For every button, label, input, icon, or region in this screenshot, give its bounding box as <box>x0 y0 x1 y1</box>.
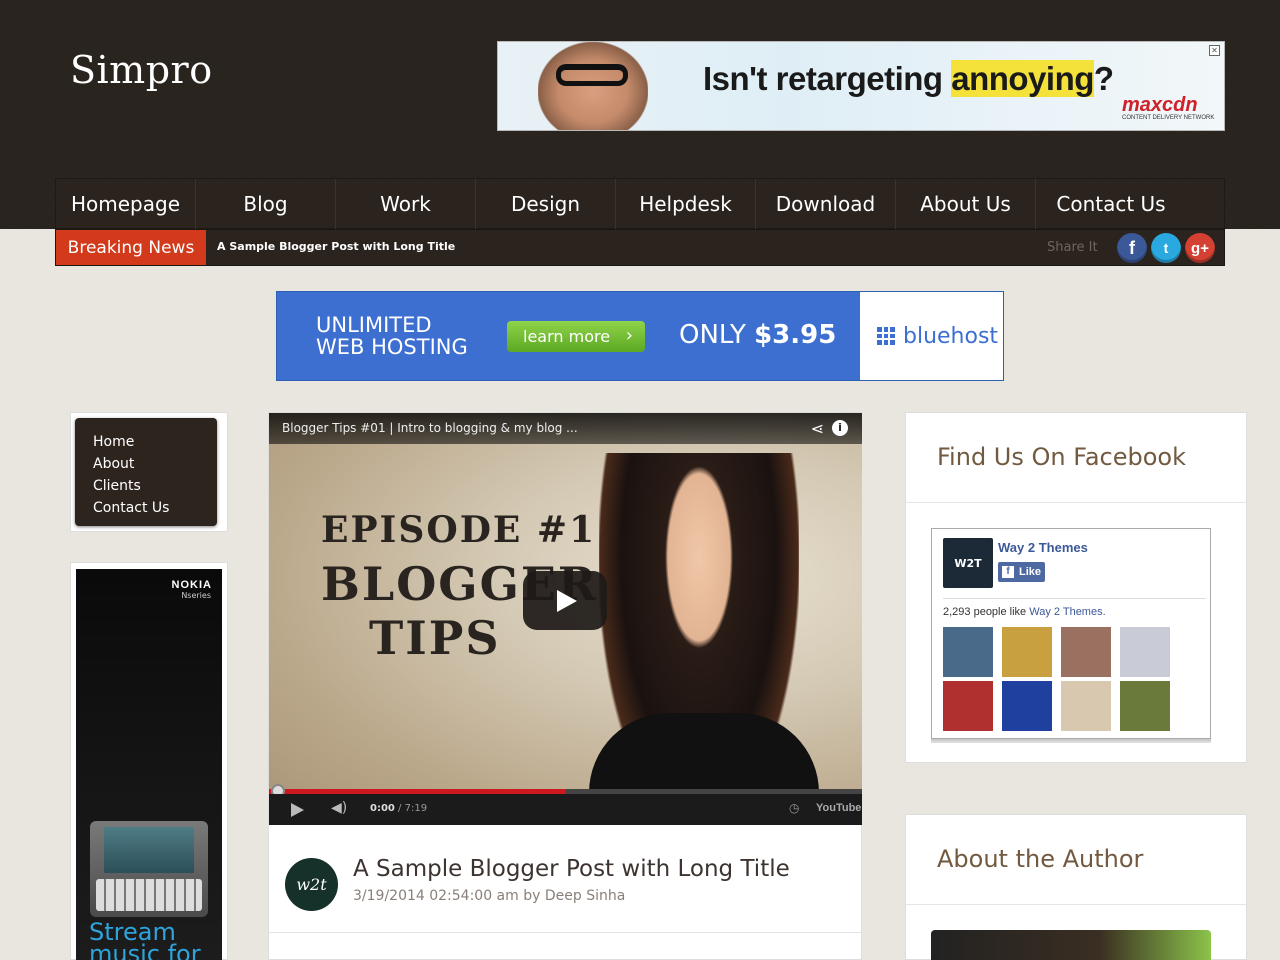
ad-headline: Isn't retargeting annoying? <box>703 60 1114 97</box>
phone-keyboard <box>96 879 202 911</box>
sidebar-item-contact-us[interactable]: Contact Us <box>93 500 217 522</box>
like-box-divider <box>943 598 1206 599</box>
breaking-news-label: Breaking News <box>56 230 206 265</box>
nokia-logo: NOKIA <box>171 579 212 591</box>
post-title[interactable]: A Sample Blogger Post with Long Title <box>353 856 790 882</box>
fan-faces <box>943 627 1170 731</box>
play-icon[interactable] <box>291 803 304 817</box>
play-button[interactable] <box>523 571 607 630</box>
bluehost-grid-icon <box>877 327 895 345</box>
fan-avatar[interactable] <box>1002 627 1052 677</box>
blog-post: EPISODE #1 BLOGGER TIPS Blogger Tips #01… <box>268 412 862 960</box>
fan-avatar[interactable] <box>943 627 993 677</box>
facebook-f-icon: f <box>1002 566 1014 578</box>
sidebar-item-clients[interactable]: Clients <box>93 478 217 500</box>
sidebar-menu: Home About Clients Contact Us <box>75 418 217 526</box>
ad-tagline: Stream music for <box>89 918 201 960</box>
widget-divider <box>906 904 1246 905</box>
youtube-logo[interactable]: YouTube <box>816 802 861 814</box>
phone-screen <box>104 827 194 873</box>
info-icon[interactable]: i <box>832 420 848 436</box>
widget-title-facebook: Find Us On Facebook <box>937 443 1186 471</box>
share-icon[interactable]: ⋖ <box>811 419 824 438</box>
ad-brand-logo: maxcdn <box>1122 94 1198 116</box>
nav-item-about-us[interactable]: About Us <box>896 179 1036 229</box>
widget-title-author: About the Author <box>937 845 1144 873</box>
facebook-like-box: W2T Way 2 Themes f Like 2,293 people like… <box>931 528 1211 739</box>
page-name[interactable]: Way 2 Themes <box>998 540 1088 555</box>
sidebar-menu-widget: Home About Clients Contact Us <box>70 412 228 532</box>
ad-brand-subtitle: CONTENT DELIVERY NETWORK <box>1122 115 1215 121</box>
ad-learn-more-button[interactable]: learn more › <box>507 321 645 352</box>
breaking-news-headline[interactable]: A Sample Blogger Post with Long Title <box>217 240 455 253</box>
nav-item-design[interactable]: Design <box>476 179 616 229</box>
breaking-news-bar: Breaking News A Sample Blogger Post with… <box>55 229 1225 266</box>
about-author-widget: About the Author <box>905 814 1247 960</box>
fan-avatar[interactable] <box>943 681 993 731</box>
facebook-widget: Find Us On Facebook W2T Way 2 Themes f Li… <box>905 412 1247 763</box>
author-avatar[interactable]: w2t <box>285 858 338 911</box>
widget-divider <box>906 502 1246 503</box>
post-header: w2t A Sample Blogger Post with Long Titl… <box>269 825 862 933</box>
fan-avatar[interactable] <box>1120 681 1170 731</box>
sidebar-item-about[interactable]: About <box>93 456 217 478</box>
nav-item-work[interactable]: Work <box>336 179 476 229</box>
twitter-icon[interactable]: t <box>1151 233 1181 263</box>
fan-avatar[interactable] <box>1061 681 1111 731</box>
bluehost-brand-text: bluehost <box>903 323 999 349</box>
video-player[interactable]: EPISODE #1 BLOGGER TIPS Blogger Tips #01… <box>269 413 862 825</box>
ad-close-icon[interactable]: ✕ <box>1209 45 1220 56</box>
sidebar-advertisement[interactable]: NOKIA Nseries Stream music for <box>70 562 228 960</box>
nav-item-helpdesk[interactable]: Helpdesk <box>616 179 756 229</box>
google-plus-icon[interactable]: g+ <box>1185 233 1215 263</box>
nokia-ad: NOKIA Nseries Stream music for <box>76 569 222 960</box>
ad-glasses-icon <box>556 64 628 86</box>
ad-hosting-text: UNLIMITED WEB HOSTING <box>316 313 468 359</box>
fan-avatar[interactable] <box>1120 627 1170 677</box>
facebook-icon[interactable]: f <box>1117 233 1147 263</box>
video-title[interactable]: Blogger Tips #01 | Intro to blogging & m… <box>282 421 578 435</box>
fan-avatar[interactable] <box>1061 627 1111 677</box>
watch-later-icon[interactable]: ◷ <box>789 801 799 815</box>
hosting-advertisement[interactable]: UNLIMITED WEB HOSTING learn more › ONLY $3… <box>276 291 1004 381</box>
page-logo[interactable]: W2T <box>943 538 993 588</box>
sidebar-item-home[interactable]: Home <box>93 434 217 456</box>
video-title-bar: Blogger Tips #01 | Intro to blogging & m… <box>269 413 862 444</box>
main-navigation: Homepage Blog Work Design Helpdesk Downl… <box>55 178 1225 229</box>
volume-icon[interactable]: ◀) <box>331 800 347 816</box>
post-meta: 3/19/2014 02:54:00 am by Deep Sinha <box>353 888 626 904</box>
like-button[interactable]: f Like <box>998 562 1045 582</box>
author-photo <box>931 930 1211 960</box>
like-count: 2,293 people like Way 2 Themes. <box>943 606 1106 618</box>
nav-item-homepage[interactable]: Homepage <box>56 179 196 229</box>
nav-item-contact-us[interactable]: Contact Us <box>1036 179 1186 229</box>
nav-item-blog[interactable]: Blog <box>196 179 336 229</box>
nav-item-download[interactable]: Download <box>756 179 896 229</box>
ad-price: ONLY $3.95 <box>679 320 837 350</box>
fan-avatar[interactable] <box>1002 681 1052 731</box>
phone-image <box>90 821 208 917</box>
ad-bluehost-logo: bluehost <box>860 292 1003 380</box>
share-label: Share It <box>1047 240 1098 255</box>
video-controls: ◀) 0:00 / 7:19 ◷ YouTube <box>269 794 862 825</box>
nseries-label: Nseries <box>181 591 211 600</box>
video-time: 0:00 / 7:19 <box>370 803 428 814</box>
ad-man-photo <box>538 42 648 130</box>
site-title[interactable]: Simpro <box>70 48 213 92</box>
chevron-right-icon: › <box>625 325 633 346</box>
top-advertisement[interactable]: Isn't retargeting annoying? maxcdn CONTE… <box>497 41 1225 131</box>
